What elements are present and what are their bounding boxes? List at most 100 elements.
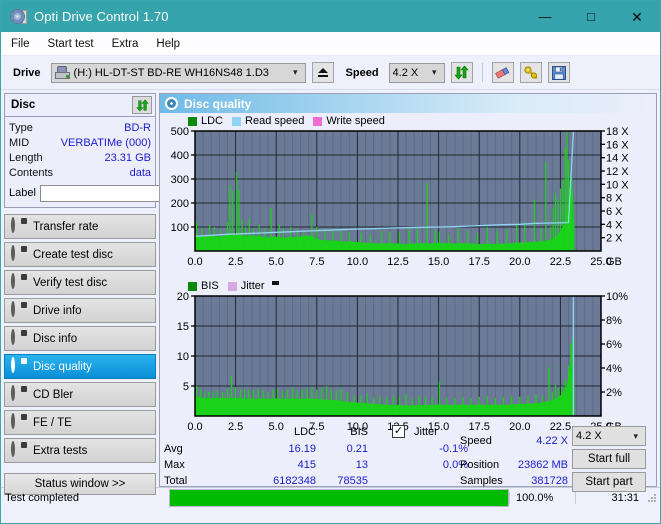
disc-refresh-button[interactable] [132,96,152,114]
svg-text:5.0: 5.0 [269,256,284,268]
disc-quality-panel: Disc quality LDC Read speed Write speed … [159,93,657,492]
disc-icon [11,357,27,374]
svg-text:200: 200 [171,198,189,210]
disc-icon [11,273,27,290]
svg-text:400: 400 [171,150,189,162]
stats-max-bis: 13 [355,459,368,471]
legend-swatch-ldc [188,116,197,126]
eject-button[interactable] [311,62,334,83]
maximize-button[interactable]: □ [568,1,614,32]
close-button[interactable]: ✕ [614,1,660,32]
disc-properties: Type BD-R MID VERBATIMe (000) Length 23.… [5,117,244,207]
legend-label-bis: BIS [201,280,219,292]
samples-stat-value: 381728 [531,475,568,487]
refresh-icon [135,98,149,112]
disc-icon [11,385,27,402]
stats-row-label-avg: Avg [164,443,183,455]
panel-header: Disc quality [160,94,656,113]
tools-button[interactable] [519,62,542,83]
progress-bar-fill [170,490,508,506]
drive-select[interactable]: (H:) HL-DT-ST BD-RE WH16NS48 1.D3 ▾ [50,62,306,83]
menu-start-test[interactable]: Start test [48,35,104,53]
sidebar-item-extra-tests[interactable]: Extra tests [4,438,156,463]
jitter-marker-icon [271,280,279,285]
sidebar-item-disc-quality[interactable]: Disc quality [4,354,156,379]
minimize-button[interactable]: — [522,1,568,32]
chevron-down-icon: ▾ [633,430,638,441]
window-title: Opti Drive Control 1.70 [34,9,169,24]
svg-text:20: 20 [177,292,189,303]
test-speed-select[interactable]: 4.2 X ▾ [572,426,646,446]
menu-help[interactable]: Help [156,35,190,53]
svg-text:2.5: 2.5 [228,256,243,268]
disc-label-label: Label [9,187,36,199]
maximize-icon: □ [587,9,595,24]
svg-text:10: 10 [177,351,189,363]
disc-row-type: Type BD-R [9,120,151,135]
menu-bar: File Start test Extra Help [1,32,660,56]
content-area: Disc quality LDC Read speed Write speed … [159,90,660,492]
sidebar-item-cd-bler[interactable]: CD Bler [4,382,156,407]
disc-type-value: BD-R [124,121,151,134]
stats-header-bis: BIS [350,426,368,438]
jitter-label: Jitter [414,426,438,438]
progress-percent: 100.0% [509,492,575,504]
jitter-checkbox[interactable]: ✓ [392,425,405,438]
page-title: Disc quality [184,96,252,111]
sidebar-item-label: Disc quality [33,360,92,373]
erase-button[interactable] [491,62,514,83]
legend-swatch-read-speed [232,116,242,126]
check-icon: ✓ [393,425,404,437]
sidebar-item-label: Verify test disc [33,276,108,289]
svg-text:0.0: 0.0 [187,256,202,268]
disc-icon [11,217,27,234]
sidebar-item-fe-te[interactable]: FE / TE [4,410,156,435]
disc-length-value: 23.31 GB [104,151,151,164]
svg-text:15: 15 [177,321,189,333]
sidebar-item-label: Extra tests [33,444,88,457]
svg-text:8 X: 8 X [606,193,623,205]
svg-text:16 X: 16 X [606,139,629,151]
chevron-down-icon: ▾ [432,67,437,77]
legend-swatch-bis [188,281,197,291]
svg-text:20.0: 20.0 [509,256,530,268]
test-speed-select-value: 4.2 X [576,430,602,442]
svg-text:10 X: 10 X [606,179,629,191]
sidebar-item-disc-info[interactable]: Disc info [4,326,156,351]
charts-container: LDC Read speed Write speed 100 200 300 400 5… [160,113,656,433]
speed-select-value: 4.2 X [392,66,419,79]
toolbar-separator [481,63,483,82]
disc-contents-label: Contents [9,166,54,179]
resize-grip-icon[interactable] [647,493,657,503]
drive-icon [54,66,70,79]
drive-select-value: (H:) HL-DT-ST BD-RE WH16NS48 1.D3 [73,66,269,79]
sidebar-item-create-test-disc[interactable]: Create test disc [4,242,156,267]
drive-label: Drive [13,66,41,79]
speed-stat-label: Speed [460,435,492,447]
svg-text:8%: 8% [606,315,622,327]
refresh-button[interactable] [450,62,473,83]
sidebar-item-drive-info[interactable]: Drive info [4,298,156,323]
menu-extra[interactable]: Extra [112,35,149,53]
sidebar-item-verify-test-disc[interactable]: Verify test disc [4,270,156,295]
save-button[interactable] [547,62,570,83]
svg-text:500: 500 [171,127,189,138]
svg-text:7.5: 7.5 [309,256,324,268]
progress-bar [169,489,509,507]
disc-info-group: Disc Type BD-R MID VERBATIMe (000) Lengt… [4,93,244,208]
svg-text:4 X: 4 X [606,219,623,231]
disc-group-title: Disc [11,99,36,111]
key-icon [523,66,537,79]
speed-select[interactable]: 4.2 X ▾ [388,62,445,83]
start-part-button[interactable]: Start part [572,472,646,492]
sidebar-item-label: Transfer rate [33,220,99,233]
disc-type-label: Type [9,121,33,134]
sidebar-item-label: CD Bler [33,388,74,401]
sidebar-item-transfer-rate[interactable]: Transfer rate [4,214,156,239]
sidebar-item-label: Drive info [33,304,82,317]
start-full-button[interactable]: Start full [572,449,646,469]
menu-file[interactable]: File [11,35,40,53]
legend-swatch-write-speed [313,116,323,126]
svg-text:12 X: 12 X [606,166,629,178]
ldc-read-speed-chart: 100 200 300 400 500 2 X 4 X6 X8 X 10 X12 X14 X 1… [171,127,630,268]
